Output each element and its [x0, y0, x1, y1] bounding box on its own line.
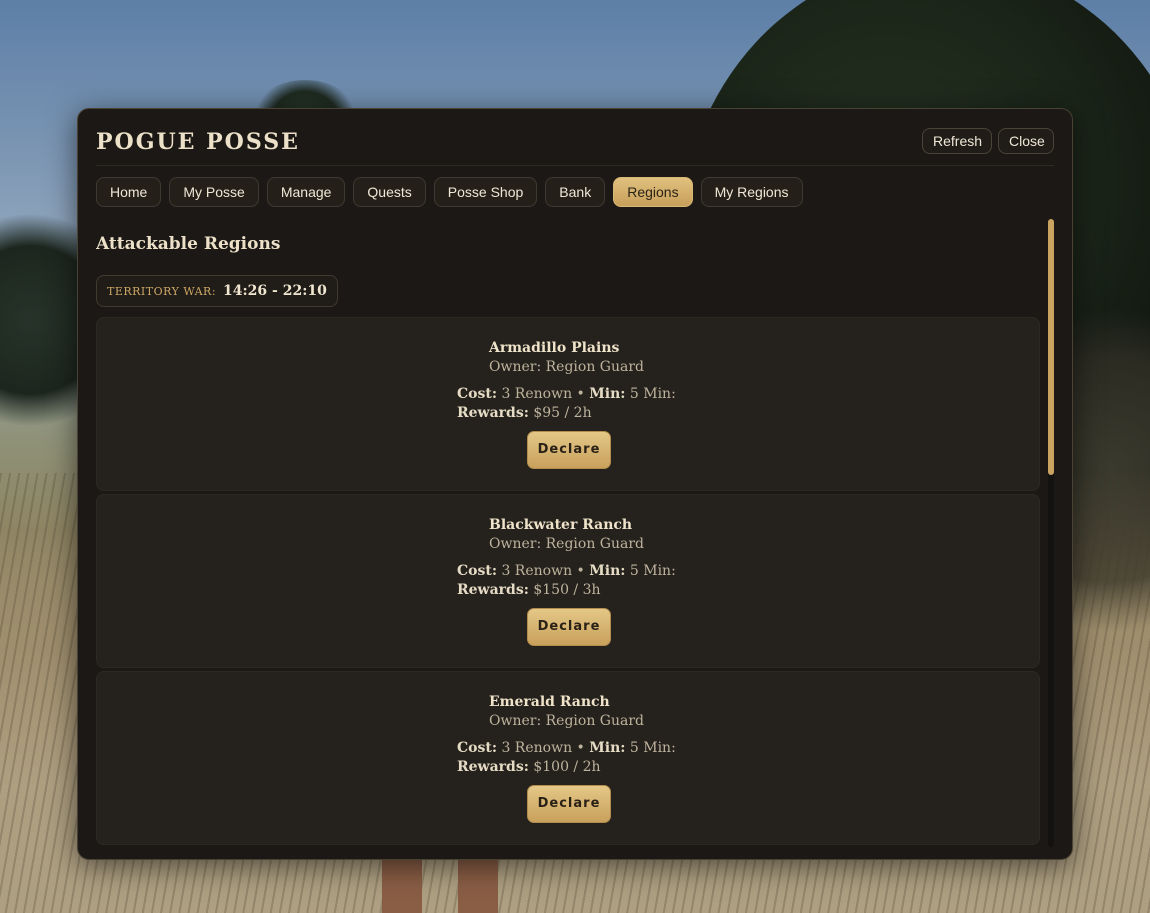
region-owner: Owner: Region Guard	[489, 359, 644, 375]
rewards-value: $95 / 2h	[533, 405, 592, 421]
rewards-label: Rewards:	[457, 582, 529, 598]
panel-header: POGUE POSSE Refresh Close	[96, 127, 1054, 166]
region-card: Emerald Ranch Owner: Region Guard Cost: …	[96, 671, 1040, 845]
region-rewards-line: Rewards: $100 / 2h	[457, 759, 601, 775]
cost-label: Cost:	[457, 563, 497, 579]
tab-my-posse[interactable]: My Posse	[169, 177, 259, 207]
rewards-label: Rewards:	[457, 759, 529, 775]
region-owner: Owner: Region Guard	[489, 536, 644, 552]
panel-title: POGUE POSSE	[96, 129, 300, 155]
min-value: 5 Min:	[629, 740, 676, 756]
territory-war-time: 14:26 - 22:10	[223, 283, 327, 299]
min-label: Min:	[589, 563, 626, 579]
tab-my-regions[interactable]: My Regions	[700, 177, 803, 207]
cost-label: Cost:	[457, 740, 497, 756]
cost-label: Cost:	[457, 386, 497, 402]
region-rewards-line: Rewards: $150 / 3h	[457, 582, 601, 598]
declare-button[interactable]: Declare	[527, 608, 611, 646]
rewards-value: $150 / 3h	[533, 582, 601, 598]
region-list: Armadillo Plains Owner: Region Guard Cos…	[96, 317, 1040, 848]
region-name: Armadillo Plains	[489, 340, 620, 356]
region-rewards-line: Rewards: $95 / 2h	[457, 405, 592, 421]
cost-value: 3 Renown	[501, 740, 573, 756]
min-label: Min:	[589, 740, 626, 756]
min-label: Min:	[589, 386, 626, 402]
declare-button[interactable]: Declare	[527, 431, 611, 469]
tab-home[interactable]: Home	[96, 177, 162, 207]
rewards-value: $100 / 2h	[533, 759, 601, 775]
tab-bar: Home My Posse Manage Quests Posse Shop B…	[96, 177, 803, 207]
scrollbar-thumb[interactable]	[1048, 219, 1054, 475]
rewards-label: Rewards:	[457, 405, 529, 421]
posse-panel: POGUE POSSE Refresh Close Home My Posse …	[77, 108, 1073, 860]
tab-posse-shop[interactable]: Posse Shop	[433, 177, 538, 207]
separator-dot: •	[576, 563, 585, 579]
region-cost-line: Cost: 3 Renown • Min: 5 Min:	[457, 740, 676, 756]
scrollbar-track[interactable]	[1048, 219, 1054, 847]
region-owner: Owner: Region Guard	[489, 713, 644, 729]
refresh-button[interactable]: Refresh	[922, 128, 992, 154]
tab-manage[interactable]: Manage	[266, 177, 346, 207]
min-value: 5 Min:	[629, 386, 676, 402]
tab-bank[interactable]: Bank	[545, 177, 606, 207]
section-title: Attackable Regions	[96, 234, 281, 254]
min-value: 5 Min:	[629, 563, 676, 579]
regions-content: Attackable Regions TERRITORY WAR: 14:26 …	[96, 219, 1040, 859]
separator-dot: •	[576, 740, 585, 756]
region-name: Blackwater Ranch	[489, 517, 633, 533]
tab-regions[interactable]: Regions	[613, 177, 693, 207]
tab-quests[interactable]: Quests	[353, 177, 426, 207]
region-card: Blackwater Ranch Owner: Region Guard Cos…	[96, 494, 1040, 668]
territory-war-label: TERRITORY WAR:	[107, 284, 217, 298]
region-cost-line: Cost: 3 Renown • Min: 5 Min:	[457, 563, 676, 579]
region-name: Emerald Ranch	[489, 694, 610, 710]
region-cost-line: Cost: 3 Renown • Min: 5 Min:	[457, 386, 676, 402]
close-button[interactable]: Close	[998, 128, 1054, 154]
region-card: Armadillo Plains Owner: Region Guard Cos…	[96, 317, 1040, 491]
cost-value: 3 Renown	[501, 386, 573, 402]
character-legs	[378, 858, 502, 913]
separator-dot: •	[576, 386, 585, 402]
declare-button[interactable]: Declare	[527, 785, 611, 823]
cost-value: 3 Renown	[501, 563, 573, 579]
territory-war-badge: TERRITORY WAR: 14:26 - 22:10	[96, 275, 338, 307]
